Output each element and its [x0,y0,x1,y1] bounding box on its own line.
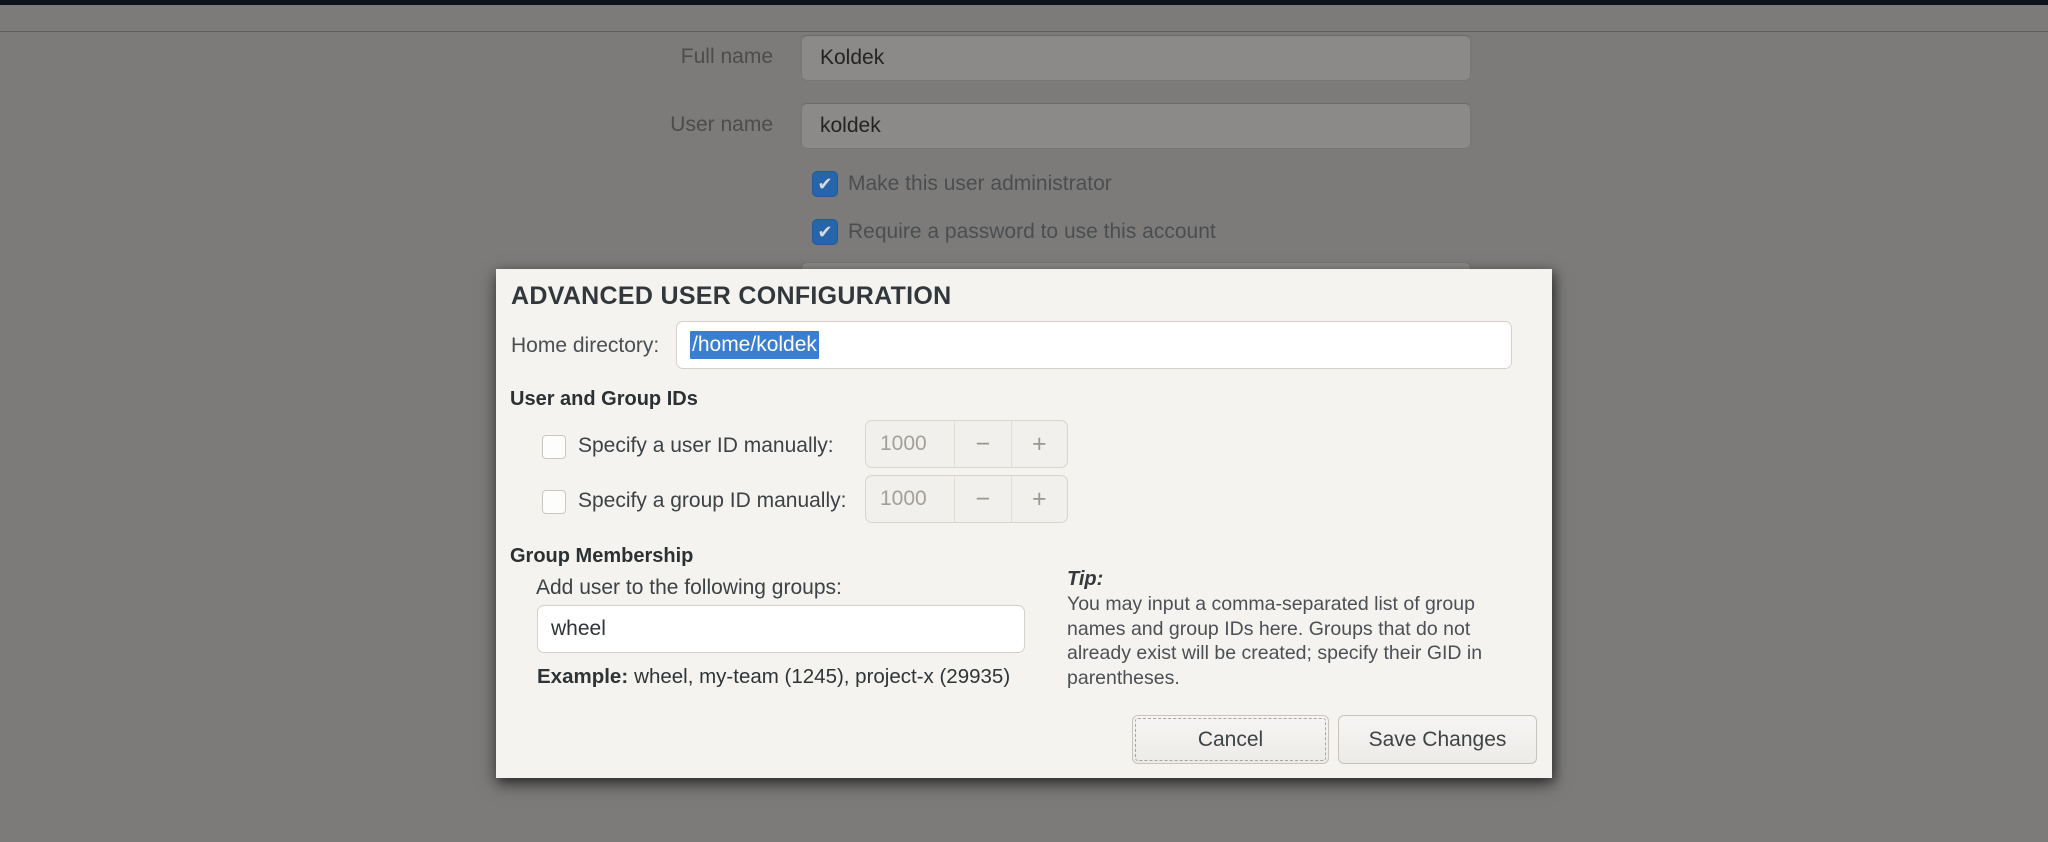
minus-icon: − [975,484,991,513]
group-membership-header: Group Membership [510,545,694,567]
specify-user-id-label: Specify a user ID manually: [578,434,834,457]
user-id-decrement-button[interactable]: − [954,421,1011,467]
user-group-ids-header: User and Group IDs [510,388,698,410]
require-password-label: Require a password to use this account [848,220,1216,243]
specify-group-id-label: Specify a group ID manually: [578,489,847,512]
groups-example: Example: wheel, my-team (1245), project-x… [537,665,1010,689]
minus-icon: − [975,429,991,458]
full-name-value: Koldek [820,46,885,69]
group-id-increment-button[interactable]: + [1010,476,1068,522]
group-id-value[interactable]: 1000 [866,476,954,522]
tip-title: Tip: [1067,568,1104,590]
user-id-spinner[interactable]: 1000 − + [865,420,1068,468]
full-name-input[interactable]: Koldek [801,35,1471,81]
user-name-value: koldek [820,114,881,137]
check-icon: ✔ [817,174,833,194]
user-name-input[interactable]: koldek [801,103,1471,149]
groups-input[interactable]: wheel [537,605,1025,653]
home-directory-label: Home directory: [511,334,660,357]
user-name-label: User name [670,113,773,136]
advanced-user-configuration-dialog: ADVANCED USER CONFIGURATION Home directo… [496,269,1552,778]
cancel-button[interactable]: Cancel [1132,715,1329,764]
add-groups-label: Add user to the following groups: [536,576,842,599]
home-directory-input[interactable]: /home/koldek [676,321,1512,369]
groups-value: wheel [551,617,606,640]
group-id-spinner[interactable]: 1000 − + [865,475,1068,523]
tip-block: Tip: You may input a comma-separated lis… [1067,568,1525,690]
home-directory-value: /home/koldek [690,331,819,359]
tip-body: You may input a comma-separated list of … [1067,593,1483,689]
save-changes-button[interactable]: Save Changes [1338,715,1537,764]
user-id-increment-button[interactable]: + [1010,421,1068,467]
installer-screen: Full name Koldek User name koldek ✔ Make… [0,0,2048,842]
example-text: wheel, my-team (1245), project-x (29935) [634,665,1011,688]
specify-group-id-checkbox[interactable] [542,490,566,514]
full-name-label: Full name [680,45,773,68]
user-id-value[interactable]: 1000 [866,421,954,467]
group-id-decrement-button[interactable]: − [954,476,1011,522]
dialog-title: ADVANCED USER CONFIGURATION [511,282,952,310]
check-icon: ✔ [817,222,833,242]
plus-icon: + [1031,429,1047,458]
make-administrator-label: Make this user administrator [848,172,1112,195]
require-password-checkbox[interactable]: ✔ [812,219,838,245]
header-divider [0,31,2048,32]
top-bar [0,0,2048,5]
plus-icon: + [1031,484,1047,513]
example-label: Example: [537,665,629,688]
make-administrator-checkbox[interactable]: ✔ [812,171,838,197]
specify-user-id-checkbox[interactable] [542,435,566,459]
